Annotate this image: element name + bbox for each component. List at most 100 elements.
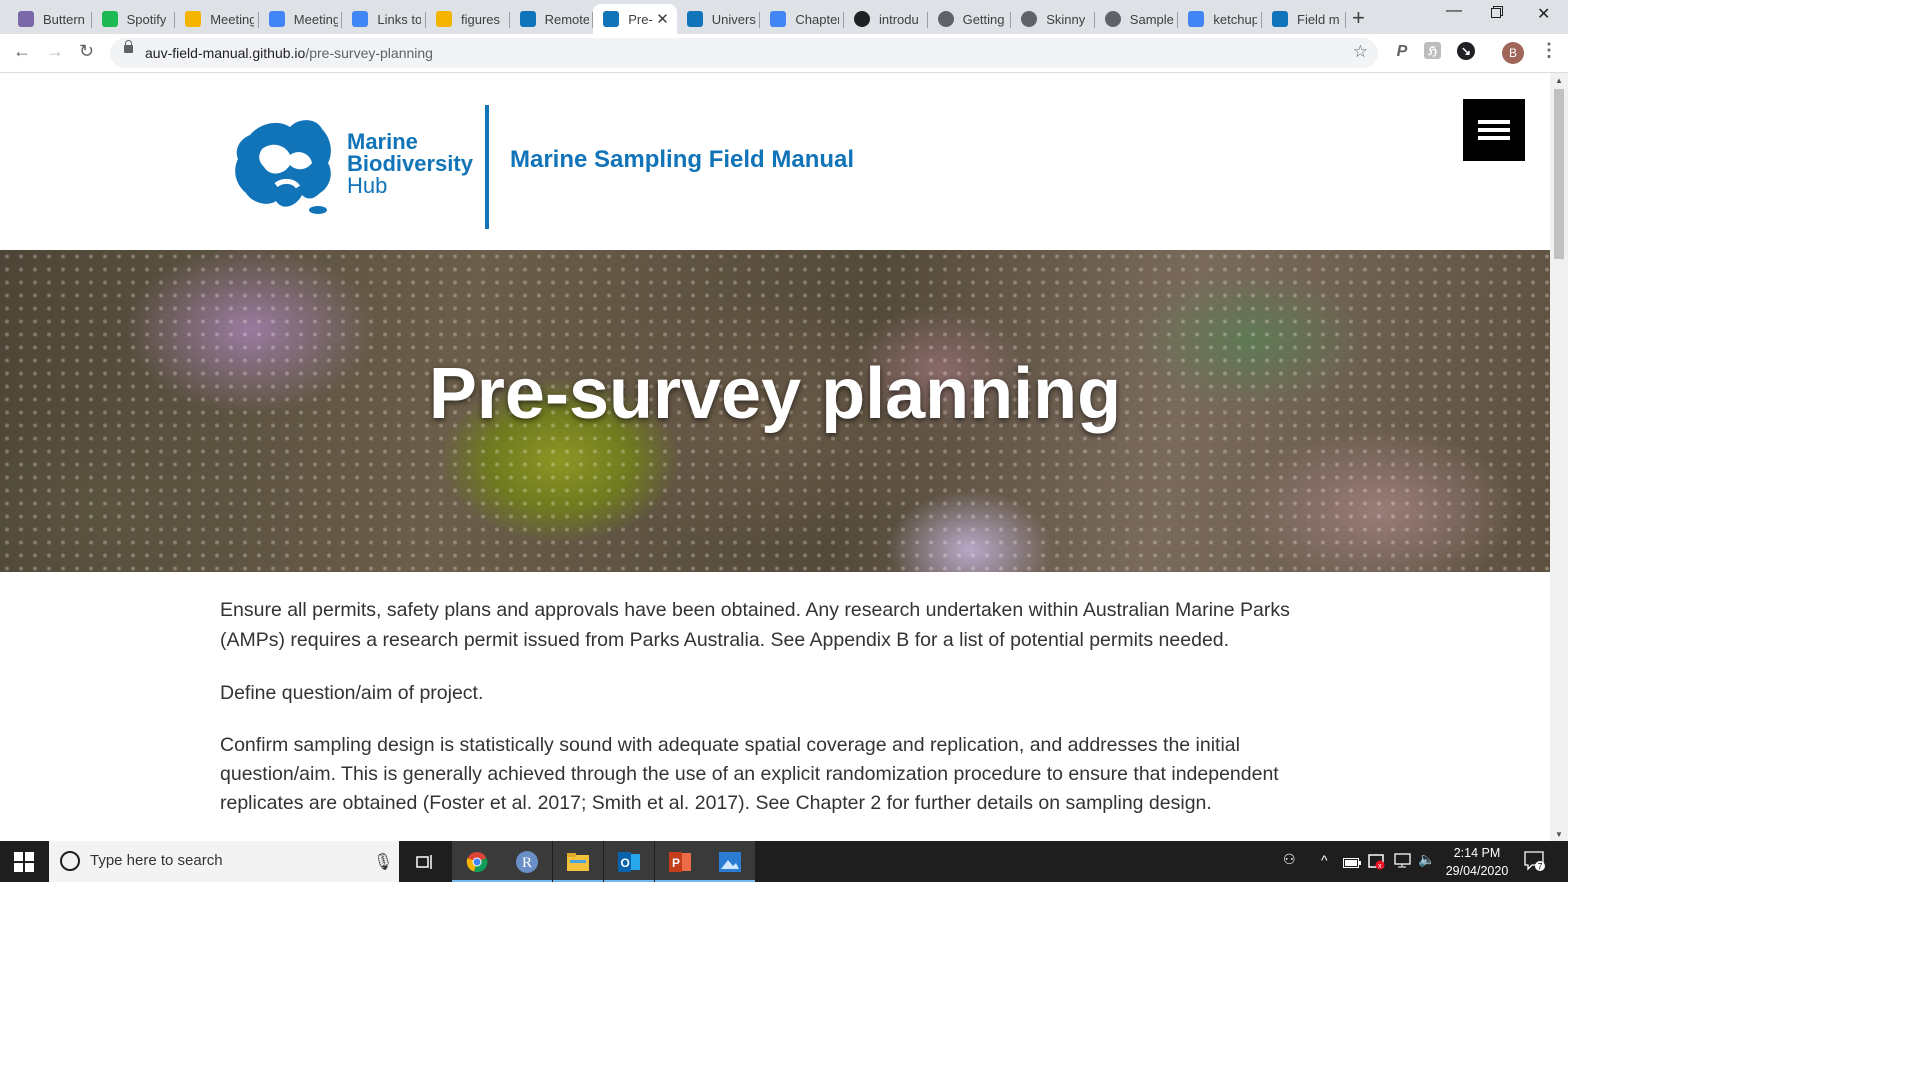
- scroll-up-arrow-icon[interactable]: ▲: [1555, 76, 1563, 85]
- browser-tab[interactable]: ketchup: [1178, 4, 1262, 34]
- reload-icon[interactable]: ↻: [79, 41, 94, 62]
- security-alert-icon[interactable]: x: [1368, 852, 1386, 873]
- extension-dark-icon[interactable]: ↘: [1457, 42, 1475, 60]
- tab-separator: [1344, 12, 1346, 28]
- logo-divider: [485, 105, 489, 229]
- browser-tab[interactable]: Spotify: [92, 4, 176, 34]
- network-icon[interactable]: [1394, 853, 1412, 872]
- browser-tab-label: Field m: [1297, 11, 1340, 27]
- marine-hub-logo-text[interactable]: Marine Biodiversity Hub: [347, 131, 473, 197]
- new-tab-button[interactable]: +: [1352, 5, 1365, 31]
- address-bar[interactable]: auv-field-manual.github.io/pre-survey-pl…: [110, 38, 1378, 68]
- logo-line-2: Biodiversity: [347, 151, 473, 176]
- browser-tab-label: ketchup: [1213, 11, 1258, 27]
- close-window-icon[interactable]: ✕: [1537, 4, 1550, 24]
- volume-icon[interactable]: 🔈: [1418, 851, 1435, 868]
- taskbar-search-box[interactable]: Type here to search 🎙: [49, 841, 399, 882]
- people-icon[interactable]: ⚇: [1283, 851, 1296, 868]
- clock-time: 2:14 PM: [1453, 846, 1501, 860]
- hub-icon: [686, 11, 703, 27]
- browser-tab-label: Chapter: [795, 11, 840, 27]
- browser-tab[interactable]: Skinny: [1011, 4, 1095, 34]
- browser-toolbar: ← → ↻ auv-field-manual.github.io/pre-sur…: [0, 34, 1568, 73]
- url-path: /pre-survey-planning: [305, 45, 433, 61]
- browser-tab[interactable]: Pre- ✕: [593, 4, 677, 34]
- main-content: Ensure all permits, safety plans and app…: [220, 595, 1335, 841]
- browser-tab[interactable]: Univers: [677, 4, 761, 34]
- svg-text:x: x: [1378, 863, 1382, 870]
- extension-grey-icon[interactable]: ℌ: [1424, 42, 1441, 59]
- docs-icon: [268, 11, 285, 27]
- browser-tab-label: Univers: [711, 11, 756, 27]
- hamburger-bar: [1478, 136, 1510, 140]
- forward-icon[interactable]: →: [46, 41, 64, 62]
- browser-tab[interactable]: Getting: [928, 4, 1012, 34]
- mr-icon: [18, 11, 34, 27]
- scroll-down-arrow-icon[interactable]: ▼: [1555, 830, 1563, 839]
- browser-tab[interactable]: Chapter: [760, 4, 844, 34]
- action-center-icon[interactable]: 7: [1524, 851, 1546, 874]
- hero-banner-coral-image: Pre-survey planning: [0, 250, 1550, 572]
- logo-line-3: Hub: [347, 173, 388, 198]
- browser-tab-label: Remote: [544, 11, 589, 27]
- minimize-icon[interactable]: —: [1446, 2, 1462, 20]
- drive-icon: [436, 11, 452, 27]
- svg-text:O: O: [621, 856, 630, 870]
- browser-tab[interactable]: Buttern: [8, 4, 92, 34]
- show-hidden-icons-chevron-icon[interactable]: ^: [1321, 852, 1328, 868]
- svg-text:P: P: [672, 856, 680, 870]
- site-title[interactable]: Marine Sampling Field Manual: [510, 146, 854, 174]
- scrollbar-thumb[interactable]: [1554, 89, 1564, 259]
- globe-icon: [1104, 11, 1121, 27]
- system-clock[interactable]: 2:14 PM 29/04/2020: [1444, 844, 1510, 880]
- file-explorer-icon[interactable]: [553, 841, 603, 882]
- browser-tab-label: Pre-: [628, 11, 653, 27]
- battery-icon[interactable]: [1343, 855, 1361, 871]
- close-tab-icon[interactable]: ✕: [656, 10, 669, 28]
- restore-icon[interactable]: [1491, 5, 1503, 23]
- browser-tab[interactable]: Sample: [1095, 4, 1179, 34]
- browser-tab[interactable]: Remote: [510, 4, 594, 34]
- windows-start-icon[interactable]: [14, 852, 34, 872]
- docs-icon: [352, 11, 369, 27]
- logo-line-1: Marine: [347, 129, 418, 154]
- photos-icon[interactable]: [705, 841, 755, 882]
- browser-tab[interactable]: Links to: [342, 4, 426, 34]
- github-icon: [854, 11, 870, 27]
- microphone-icon[interactable]: 🎙: [373, 852, 393, 872]
- browser-tab-label: Getting: [962, 11, 1005, 27]
- browser-tab[interactable]: introdu: [844, 4, 928, 34]
- browser-tab-label: Links to: [377, 11, 422, 27]
- hub-icon: [1272, 11, 1288, 27]
- svg-text:R: R: [522, 855, 532, 871]
- powerpoint-icon[interactable]: P: [655, 841, 705, 882]
- profile-avatar[interactable]: B: [1502, 42, 1524, 64]
- hamburger-menu-button[interactable]: [1463, 99, 1525, 161]
- bookmark-star-icon[interactable]: ☆: [1353, 42, 1368, 62]
- browser-tab-label: Sample: [1129, 11, 1174, 27]
- paragraph-aim: Define question/aim of project.: [220, 682, 484, 704]
- page-scrollbar[interactable]: ▲ ▼: [1550, 73, 1568, 841]
- docs-icon: [770, 11, 787, 27]
- browser-tab[interactable]: Meeting: [175, 4, 259, 34]
- browser-tab-label: Meeting: [210, 11, 255, 27]
- chrome-icon[interactable]: [452, 841, 502, 882]
- marine-hub-logo-mark[interactable]: [232, 115, 336, 220]
- web-page: Marine Biodiversity Hub Marine Sampling …: [0, 73, 1550, 841]
- hamburger-bar: [1478, 128, 1510, 132]
- browser-menu-icon[interactable]: ⋮: [1540, 40, 1558, 61]
- browser-tab-label: introdu: [879, 11, 919, 27]
- back-icon[interactable]: ←: [13, 41, 31, 62]
- browser-tab-label: Skinny: [1046, 11, 1086, 27]
- r-icon[interactable]: R: [502, 841, 552, 882]
- globe-icon: [937, 11, 954, 27]
- task-view-icon[interactable]: [400, 841, 450, 882]
- extension-p-icon[interactable]: P: [1392, 42, 1412, 62]
- browser-tab[interactable]: Meeting: [259, 4, 343, 34]
- browser-tab-label: Meeting: [293, 11, 338, 27]
- hub-icon: [519, 11, 536, 27]
- outlook-icon[interactable]: O: [604, 841, 654, 882]
- taskbar-search-placeholder: Type here to search: [90, 852, 223, 869]
- browser-tab[interactable]: figures: [426, 4, 510, 34]
- browser-tab[interactable]: Field m: [1262, 4, 1346, 34]
